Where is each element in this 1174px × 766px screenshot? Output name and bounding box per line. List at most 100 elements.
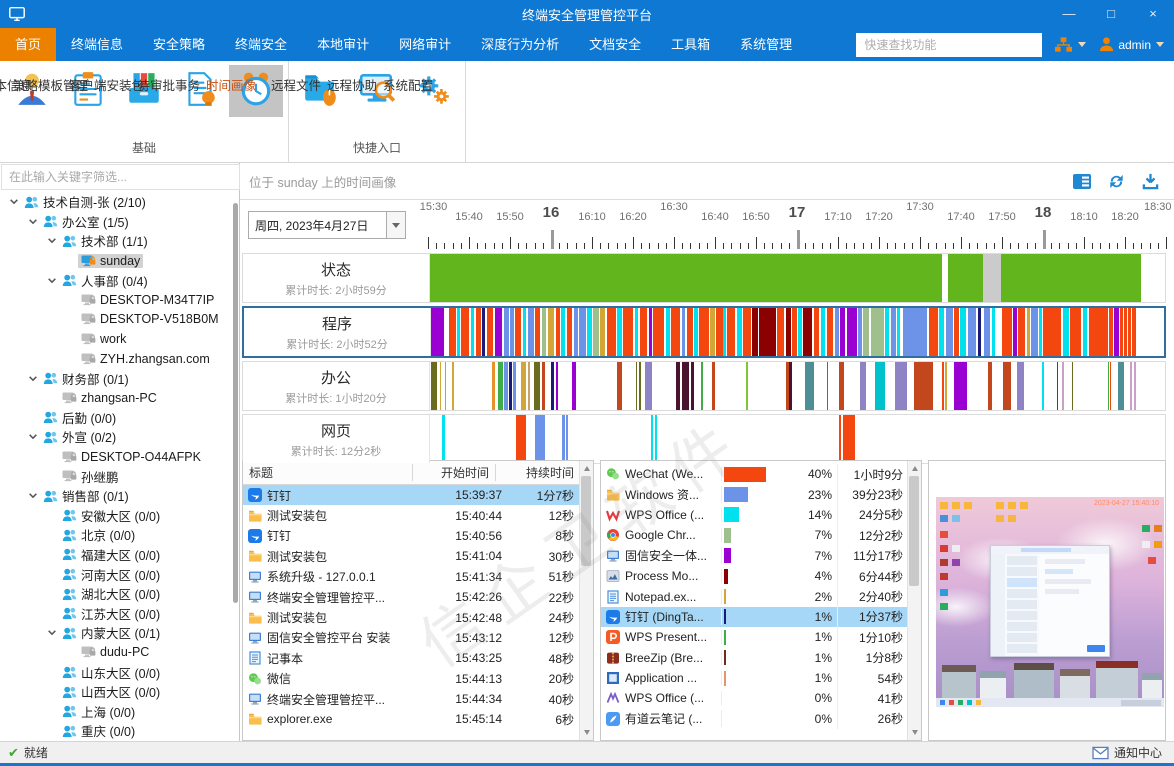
- usage-row[interactable]: Process Mo...4%6分44秒: [601, 566, 921, 586]
- usage-row[interactable]: WPS Office (...14%24分5秒: [601, 505, 921, 525]
- activity-row[interactable]: 记事本15:43:2548秒: [243, 648, 593, 668]
- usage-row[interactable]: 固信安全一体...7%11分17秒: [601, 546, 921, 566]
- activity-column-header-标题[interactable]: 标题: [243, 464, 413, 481]
- tree-scrollbar[interactable]: [233, 203, 238, 603]
- menu-tab-系统管理[interactable]: 系统管理: [725, 28, 807, 61]
- usage-scrollbar[interactable]: [907, 461, 921, 740]
- tree-item-北京 (0/0)[interactable]: 北京 (0/0): [0, 525, 239, 545]
- timeline-row-bar[interactable]: [430, 415, 1165, 463]
- menu-tab-深度行为分析[interactable]: 深度行为分析: [466, 28, 574, 61]
- tree-item-外宣 (0/2)[interactable]: 外宣 (0/2): [0, 427, 239, 447]
- refresh-button[interactable]: [1107, 172, 1126, 191]
- tree-item-内蒙大区 (0/1)[interactable]: 内蒙大区 (0/1): [0, 623, 239, 643]
- tree-item-重庆 (0/0)[interactable]: 重庆 (0/0): [0, 721, 239, 741]
- menu-tab-首页[interactable]: 首页: [0, 28, 56, 61]
- usage-row[interactable]: 有道云笔记 (...0%26秒: [601, 709, 921, 729]
- usage-row[interactable]: WPS Present...1%1分10秒: [601, 627, 921, 647]
- tree-item-DESKTOP-M34T7IP[interactable]: DESKTOP-M34T7IP: [0, 290, 239, 310]
- tree-item-上海 (0/0)[interactable]: 上海 (0/0): [0, 701, 239, 721]
- usage-row[interactable]: Google Chr...7%12分2秒: [601, 525, 921, 545]
- scroll-up-arrow[interactable]: [908, 462, 921, 475]
- menu-tab-本地审计[interactable]: 本地审计: [302, 28, 384, 61]
- activity-row[interactable]: 系统升级 - 127.0.0.115:41:3451秒: [243, 567, 593, 587]
- activity-row[interactable]: 测试安装包15:40:4412秒: [243, 505, 593, 525]
- chevron-down-icon[interactable]: [25, 374, 40, 383]
- tree-item-dudu-PC[interactable]: dudu-PC: [0, 643, 239, 663]
- chevron-down-icon[interactable]: [44, 628, 59, 637]
- menu-tab-安全策略[interactable]: 安全策略: [138, 28, 220, 61]
- tree-item-孙继鹏[interactable]: 孙继鹏: [0, 466, 239, 486]
- activity-row[interactable]: 测试安装包15:41:0430秒: [243, 546, 593, 566]
- chevron-down-icon[interactable]: [25, 432, 40, 441]
- tree-item-后勤 (0/0)[interactable]: 后勤 (0/0): [0, 408, 239, 428]
- close-button[interactable]: ×: [1132, 0, 1174, 28]
- tree-item-技术自测-张 (2/10)[interactable]: 技术自测-张 (2/10): [0, 192, 239, 212]
- tree-item-work[interactable]: work: [0, 329, 239, 349]
- activity-row[interactable]: 测试安装包15:42:4824秒: [243, 607, 593, 627]
- timeline-row-状态[interactable]: 状态累计时长: 2小时59分: [242, 253, 1166, 303]
- maximize-button[interactable]: □: [1090, 0, 1132, 28]
- activity-row[interactable]: explorer.exe15:45:146秒: [243, 709, 593, 729]
- tree-item-技术部 (1/1)[interactable]: 技术部 (1/1): [0, 231, 239, 251]
- timeline-row-bar[interactable]: [430, 362, 1165, 410]
- activity-row[interactable]: 终端安全管理管控平...15:44:3440秒: [243, 689, 593, 709]
- tree-item-安徽大区 (0/0)[interactable]: 安徽大区 (0/0): [0, 506, 239, 526]
- tree-item-福建大区 (0/0)[interactable]: 福建大区 (0/0): [0, 545, 239, 565]
- menu-tab-文档安全[interactable]: 文档安全: [574, 28, 656, 61]
- notification-center-button[interactable]: 通知中心: [1092, 744, 1162, 761]
- tree-item-河南大区 (0/0)[interactable]: 河南大区 (0/0): [0, 564, 239, 584]
- usage-row[interactable]: WeChat (We...40%1小时9分: [601, 464, 921, 484]
- chevron-down-icon[interactable]: [44, 276, 59, 285]
- activity-row[interactable]: 终端安全管理管控平...15:42:2622秒: [243, 587, 593, 607]
- tree-item-山东大区 (0/0)[interactable]: 山东大区 (0/0): [0, 662, 239, 682]
- column-settings-button[interactable]: [1072, 172, 1092, 191]
- timeline-row-bar[interactable]: [431, 308, 1164, 356]
- usage-row[interactable]: Windows 资...23%39分23秒: [601, 484, 921, 504]
- tree-item-人事部 (0/4)[interactable]: 人事部 (0/4): [0, 270, 239, 290]
- usage-row[interactable]: WPS Office (...0%41秒: [601, 688, 921, 708]
- scroll-up-arrow[interactable]: [580, 462, 593, 475]
- tree-item-sunday[interactable]: sunday: [0, 251, 239, 271]
- desktop-screenshot-thumbnail[interactable]: 2023-04-27 15:40:10: [936, 497, 1164, 707]
- chevron-down-icon[interactable]: [44, 236, 59, 245]
- menu-tab-工具箱[interactable]: 工具箱: [656, 28, 725, 61]
- tree-item-江苏大区 (0/0)[interactable]: 江苏大区 (0/0): [0, 603, 239, 623]
- timeline-row-网页[interactable]: 网页累计时长: 12分2秒: [242, 414, 1166, 464]
- minimize-button[interactable]: —: [1048, 0, 1090, 28]
- activity-row[interactable]: 钉钉15:40:568秒: [243, 526, 593, 546]
- menu-tab-终端信息[interactable]: 终端信息: [56, 28, 138, 61]
- tree-item-财务部 (0/1)[interactable]: 财务部 (0/1): [0, 368, 239, 388]
- activity-column-header-持续时间[interactable]: 持续时间: [496, 464, 580, 481]
- tree-item-山西大区 (0/0)[interactable]: 山西大区 (0/0): [0, 682, 239, 702]
- org-structure-button[interactable]: [1054, 36, 1086, 53]
- menu-tab-终端安全[interactable]: 终端安全: [220, 28, 302, 61]
- quick-search-input[interactable]: [856, 33, 1042, 57]
- scroll-down-arrow[interactable]: [908, 726, 921, 739]
- timeline-row-办公[interactable]: 办公累计时长: 1小时20分: [242, 361, 1166, 411]
- download-button[interactable]: [1141, 172, 1160, 191]
- tree-item-办公室 (1/5)[interactable]: 办公室 (1/5): [0, 212, 239, 232]
- scroll-down-arrow[interactable]: [580, 726, 593, 739]
- tree-item-zhangsan-PC[interactable]: zhangsan-PC: [0, 388, 239, 408]
- ribbon-button-系统配置[interactable]: 系统配置: [406, 65, 460, 117]
- activity-row[interactable]: 钉钉15:39:371分7秒: [243, 485, 593, 505]
- menu-tab-网络审计[interactable]: 网络审计: [384, 28, 466, 61]
- tree-filter-input[interactable]: [1, 164, 240, 190]
- tree-item-ZYH.zhangsan.com[interactable]: ZYH.zhangsan.com: [0, 349, 239, 369]
- timeline-row-程序[interactable]: 程序累计时长: 2小时52分: [242, 306, 1166, 358]
- activity-column-header-开始时间[interactable]: 开始时间: [413, 464, 496, 481]
- tree-item-DESKTOP-O44AFPK[interactable]: DESKTOP-O44AFPK: [0, 447, 239, 467]
- admin-menu-button[interactable]: admin: [1098, 36, 1164, 53]
- usage-row[interactable]: 钉钉 (DingTa...1%1分37秒: [601, 607, 921, 627]
- usage-row[interactable]: Notepad.ex...2%2分40秒: [601, 586, 921, 606]
- activity-row[interactable]: 固信安全管控平台 安装15:43:1212秒: [243, 628, 593, 648]
- chevron-down-icon[interactable]: [25, 491, 40, 500]
- tree-item-销售部 (0/1)[interactable]: 销售部 (0/1): [0, 486, 239, 506]
- date-picker[interactable]: 周四, 2023年4月27日: [248, 211, 406, 239]
- tree-item-DESKTOP-V518B0M[interactable]: DESKTOP-V518B0M: [0, 310, 239, 330]
- date-picker-dropdown-button[interactable]: [386, 212, 405, 238]
- timeline-row-bar[interactable]: [430, 254, 1165, 302]
- usage-row[interactable]: Application ...1%54秒: [601, 668, 921, 688]
- tree-item-湖北大区 (0/0)[interactable]: 湖北大区 (0/0): [0, 584, 239, 604]
- activity-scrollbar[interactable]: [579, 461, 593, 740]
